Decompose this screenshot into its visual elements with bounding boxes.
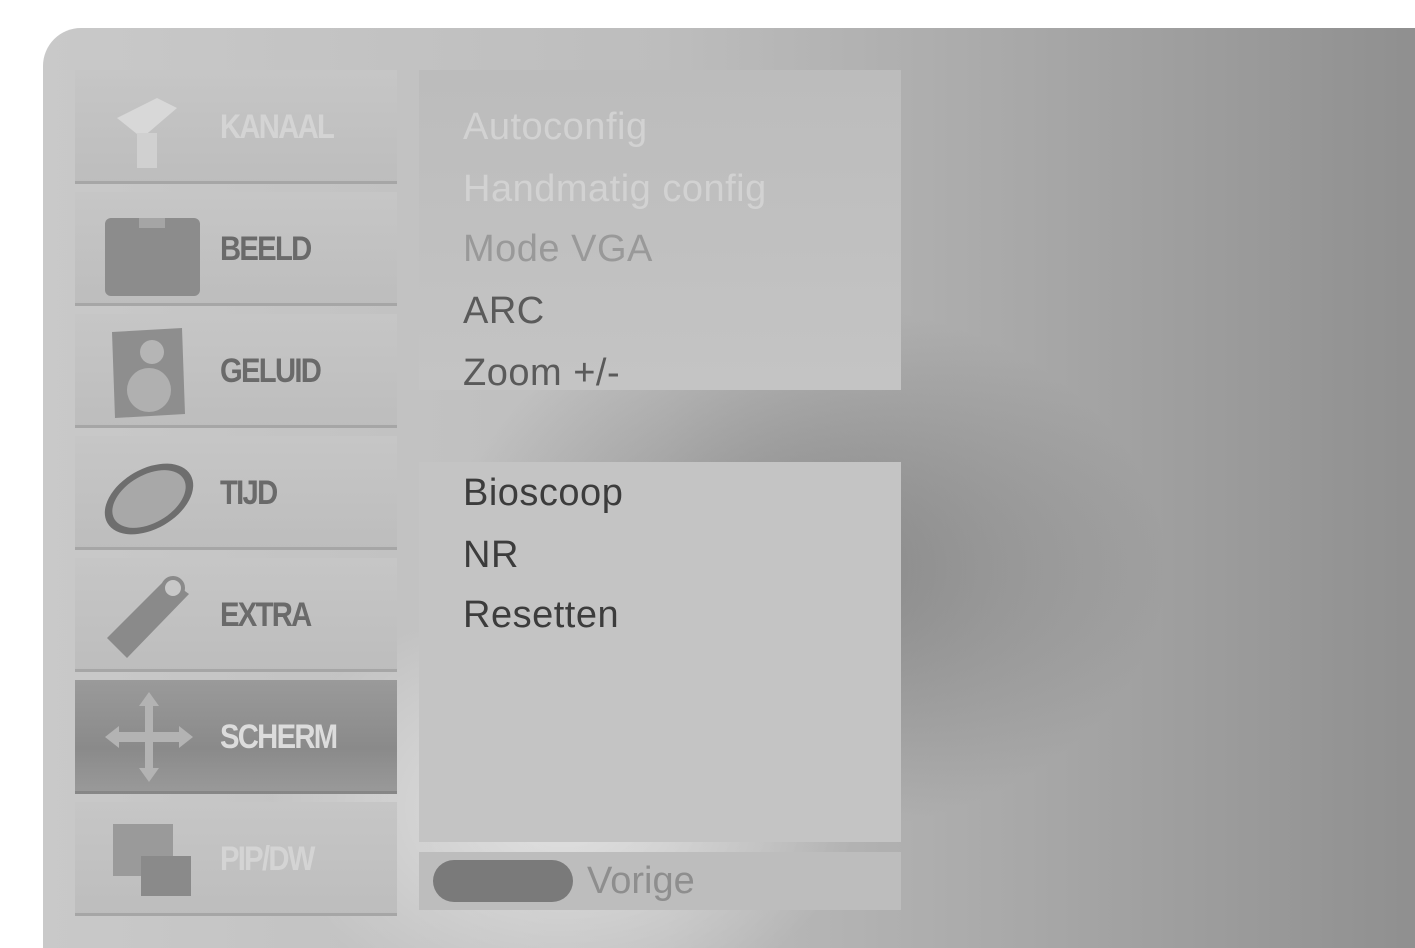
sidebar-item-extra[interactable]: EXTRA	[75, 558, 397, 672]
menu-item-bioscoop[interactable]: Bioscoop	[463, 472, 623, 515]
sidebar-item-label: SCHERM	[220, 717, 338, 756]
sidebar-item-scherm[interactable]: SCHERM	[75, 680, 397, 794]
picture-icon	[105, 218, 200, 296]
speaker-icon	[112, 328, 185, 418]
submenu-bottom: Bioscoop NR Resetten	[419, 462, 901, 842]
sidebar-item-beeld[interactable]: BEELD	[75, 192, 397, 306]
sidebar-item-label: GELUID	[220, 351, 322, 390]
sidebar-item-pip-dw[interactable]: PIP/DW	[75, 802, 397, 916]
tag-icon	[107, 576, 189, 658]
menu-item-nr[interactable]: NR	[463, 534, 519, 577]
osd-menu-panel: KANAAL BEELD GELUID TIJD EXTRA SCHERM PI…	[43, 28, 1415, 948]
sidebar-item-label: BEELD	[220, 229, 312, 268]
submenu-top: Autoconfig Handmatig config Mode VGA ARC…	[419, 70, 901, 394]
sidebar-item-geluid[interactable]: GELUID	[75, 314, 397, 428]
move-arrows-icon	[105, 692, 193, 782]
back-label: Vorige	[587, 860, 695, 902]
sidebar-item-label: TIJD	[220, 473, 278, 512]
menu-item-handmatig-config: Handmatig config	[463, 168, 767, 210]
sidebar-item-label: PIP/DW	[220, 839, 315, 878]
menu-item-arc[interactable]: ARC	[463, 290, 545, 333]
sidebar-item-label: KANAAL	[220, 107, 335, 146]
menu-item-autoconfig: Autoconfig	[463, 106, 648, 148]
menu-item-resetten[interactable]: Resetten	[463, 594, 619, 637]
back-button[interactable]	[433, 860, 573, 902]
sidebar-item-tijd[interactable]: TIJD	[75, 436, 397, 550]
pip-icon	[113, 824, 191, 896]
sidebar-item-label: EXTRA	[220, 595, 312, 634]
footer-bar: Vorige	[419, 852, 901, 910]
clock-icon	[104, 463, 194, 535]
menu-item-mode-vga: Mode VGA	[463, 228, 653, 270]
sidebar-item-kanaal[interactable]: KANAAL	[75, 70, 397, 184]
antenna-icon	[117, 98, 177, 168]
menu-item-zoom[interactable]: Zoom +/-	[463, 352, 620, 395]
